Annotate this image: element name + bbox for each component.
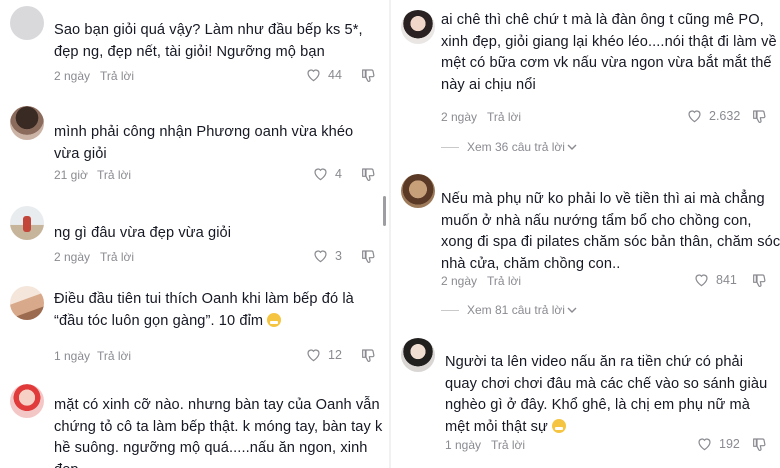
view-replies-button[interactable]: Xem 36 câu trả lời [441, 140, 577, 154]
view-replies-button[interactable]: Xem 81 câu trả lời [441, 303, 577, 317]
avatar[interactable] [10, 6, 44, 40]
reply-button[interactable]: Trả lời [100, 69, 134, 83]
comment-screenshot: Sao bạn giỏi quá vậy? Làm như đầu bếp ks… [0, 0, 780, 468]
thumbs-down-icon[interactable] [751, 109, 767, 125]
like-button[interactable]: 3 [312, 248, 342, 263]
avatar[interactable] [10, 384, 44, 418]
like-button[interactable]: 44 [305, 67, 342, 82]
heart-outline-icon [314, 250, 327, 263]
comments-column-left: Sao bạn giỏi quá vậy? Làm như đầu bếp ks… [0, 0, 390, 468]
like-count: 4 [335, 166, 342, 181]
comment-time: 2 ngày [441, 110, 478, 124]
avatar[interactable] [10, 106, 44, 140]
avatar[interactable] [401, 174, 435, 208]
grinning-emoji-icon [267, 312, 282, 327]
avatar[interactable] [401, 338, 435, 372]
divider-line [441, 309, 459, 311]
like-count: 192 [719, 436, 740, 451]
avatar[interactable] [10, 286, 44, 320]
thumbs-down-icon[interactable] [360, 249, 376, 265]
comment-text: mình phải công nhận Phương oanh vừa khéo… [54, 124, 354, 162]
comment-text: Điều đầu tiên tui thích Oanh khi làm bếp… [54, 289, 354, 332]
view-replies-label: Xem 81 câu trả lời [467, 303, 565, 317]
scrollbar[interactable] [383, 196, 386, 226]
comment-text: Người ta lên video nấu ăn ra tiền chứ có… [445, 352, 775, 438]
avatar[interactable] [10, 206, 44, 240]
chevron-down-icon [567, 144, 577, 150]
view-replies-label: Xem 36 câu trả lời [467, 140, 565, 154]
reply-button[interactable]: Trả lời [487, 110, 521, 124]
comment-time: 1 ngày [54, 349, 91, 363]
reply-button[interactable]: Trả lời [97, 349, 131, 363]
comment-time: 2 ngày [54, 250, 91, 264]
comment-time: 1 ngày [445, 438, 482, 452]
like-button[interactable]: 2.632 [686, 108, 740, 123]
like-count: 12 [328, 347, 342, 362]
reply-button[interactable]: Trả lời [97, 168, 131, 182]
comment-text: Sao bạn giỏi quá vậy? Làm như đầu bếp ks… [54, 22, 363, 60]
like-count: 3 [335, 248, 342, 263]
thumbs-down-icon[interactable] [360, 68, 376, 84]
comments-column-right: ai chê thì chê chứ t mà là đàn ông t cũn… [391, 0, 780, 468]
avatar[interactable] [401, 10, 435, 44]
like-button[interactable]: 192 [696, 436, 740, 451]
heart-outline-icon [698, 438, 711, 451]
like-count: 841 [716, 272, 737, 287]
comment-time: 21 giờ [54, 168, 88, 182]
thumbs-down-icon[interactable] [751, 273, 767, 289]
comment-text-body: Điều đầu tiên tui thích Oanh khi làm bếp… [54, 291, 354, 329]
thumbs-down-icon[interactable] [360, 167, 376, 183]
comment-text: Nếu mà phụ nữ ko phải lo về tiền thì ai … [441, 191, 780, 272]
comment-text: mặt có xinh cỡ nào. nhưng bàn tay của Oa… [54, 397, 383, 468]
comment-text-body: Người ta lên video nấu ăn ra tiền chứ có… [445, 354, 768, 435]
like-count: 44 [328, 67, 342, 82]
like-button[interactable]: 12 [305, 347, 342, 362]
like-button[interactable]: 841 [693, 272, 737, 287]
heart-outline-icon [695, 274, 708, 287]
heart-outline-icon [314, 168, 327, 181]
comment-text: ng gì đâu vừa đẹp vừa giỏi [54, 225, 232, 241]
thumbs-down-icon[interactable] [360, 348, 376, 364]
heart-outline-icon [688, 110, 701, 123]
like-button[interactable]: 4 [312, 166, 342, 181]
comment-text: ai chê thì chê chứ t mà là đàn ông t cũn… [441, 12, 777, 93]
grinning-emoji-icon [552, 418, 567, 433]
reply-button[interactable]: Trả lời [100, 250, 134, 264]
heart-outline-icon [307, 69, 320, 82]
reply-button[interactable]: Trả lời [487, 274, 521, 288]
thumbs-down-icon[interactable] [751, 437, 767, 453]
heart-outline-icon [307, 349, 320, 362]
comment-time: 2 ngày [441, 274, 478, 288]
divider-line [441, 146, 459, 148]
reply-button[interactable]: Trả lời [491, 438, 525, 452]
like-count: 2.632 [709, 108, 741, 123]
chevron-down-icon [567, 307, 577, 313]
comment-time: 2 ngày [54, 69, 91, 83]
